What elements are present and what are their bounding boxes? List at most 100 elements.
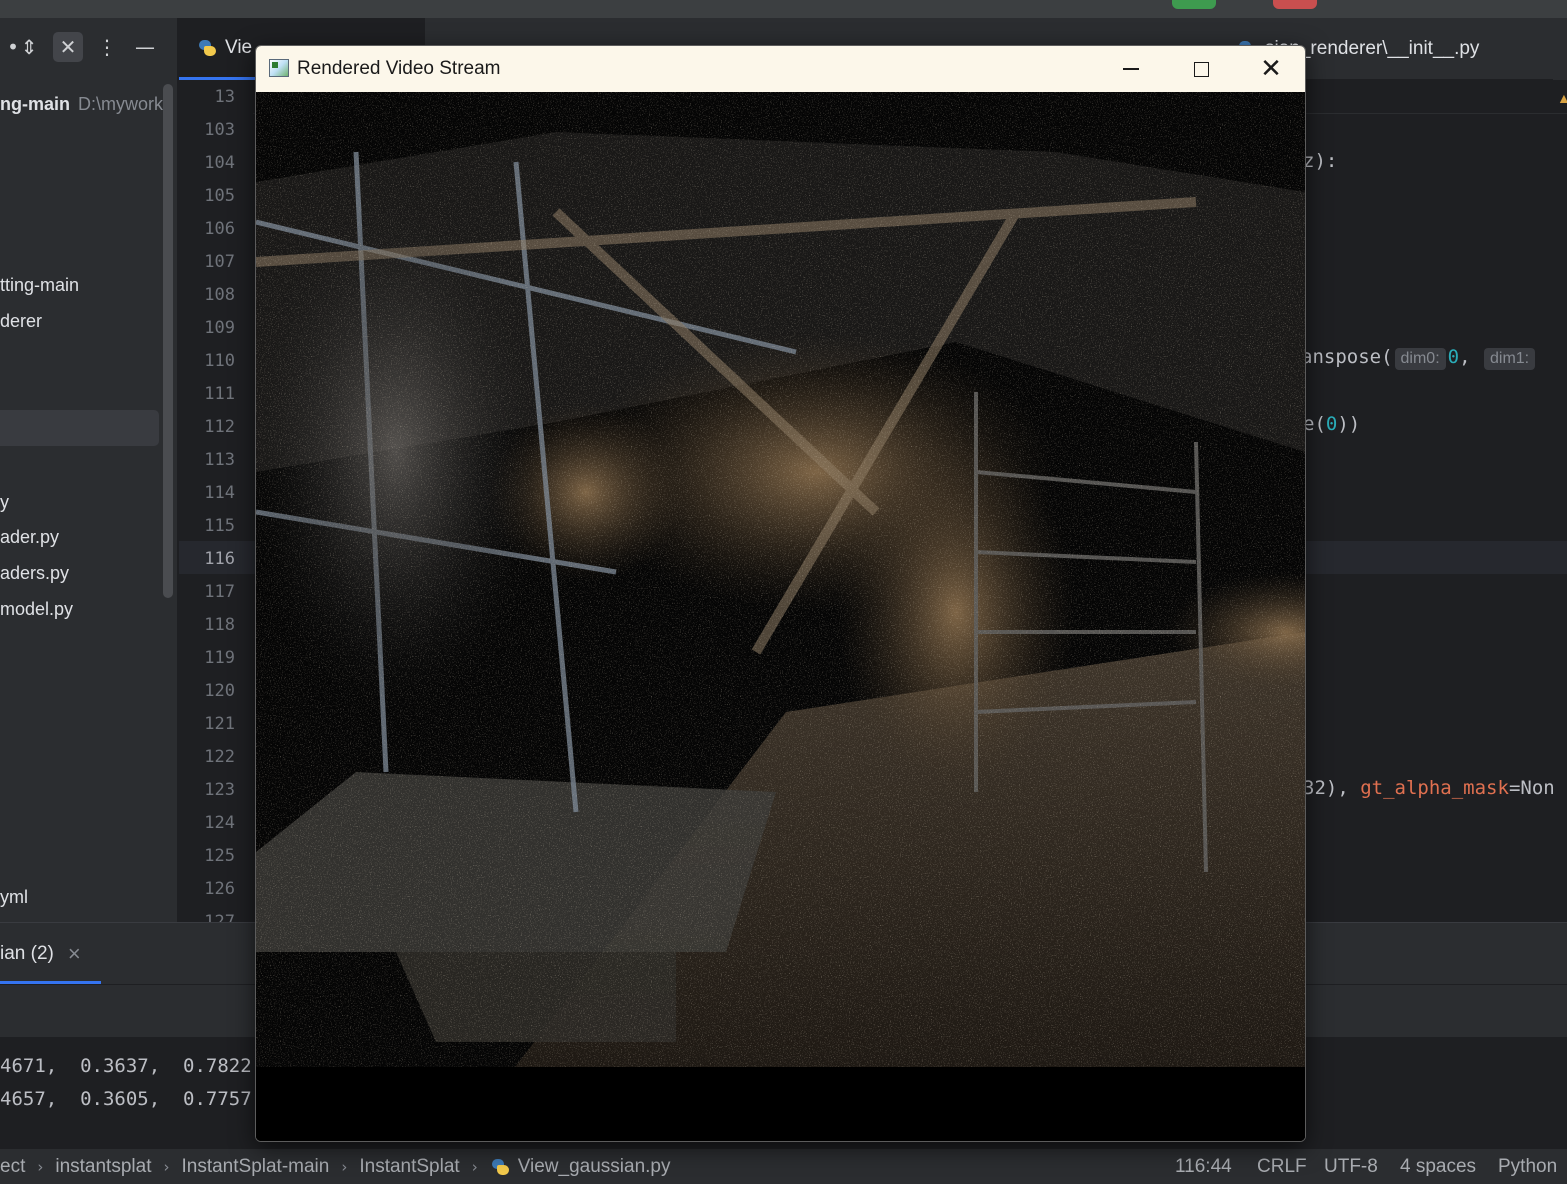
top-strip bbox=[0, 0, 1567, 18]
line-number: 126 bbox=[204, 879, 235, 899]
code-text: =Non bbox=[1508, 777, 1555, 799]
line-number: 111 bbox=[204, 384, 235, 404]
line-number: 122 bbox=[204, 747, 235, 767]
line-number: 127 bbox=[204, 912, 235, 922]
tab-label: Vie bbox=[225, 36, 253, 58]
code-number: 0 bbox=[1325, 413, 1338, 435]
code-text: 32), bbox=[1303, 777, 1349, 799]
breadcrumb-item[interactable]: InstantSplat bbox=[359, 1156, 459, 1178]
tree-item[interactable]: ader.py bbox=[0, 527, 59, 548]
code-text: anspose( bbox=[1301, 346, 1393, 368]
maximize-icon bbox=[1193, 61, 1209, 77]
interpreter-language[interactable]: Python bbox=[1498, 1156, 1557, 1178]
line-number: 115 bbox=[204, 516, 235, 536]
line-number: 13 bbox=[214, 87, 235, 107]
code-text: e( bbox=[1303, 413, 1326, 435]
minimize-button[interactable] bbox=[1096, 46, 1166, 92]
run-tab-underline bbox=[0, 981, 101, 984]
gaussian-render-image bbox=[256, 92, 1305, 1141]
run-tab[interactable]: ian (2) × bbox=[0, 923, 81, 985]
sidebar-scrollbar[interactable] bbox=[163, 84, 173, 598]
close-button[interactable]: ✕ bbox=[1236, 46, 1305, 92]
chevron-right-icon: › bbox=[163, 1158, 170, 1176]
line-ending[interactable]: CRLF bbox=[1257, 1156, 1307, 1178]
code-text: z): bbox=[1303, 150, 1338, 172]
breadcrumb-item[interactable]: InstantSplat-main bbox=[181, 1156, 329, 1178]
project-root[interactable]: ng-main D:\mywork bbox=[0, 94, 163, 115]
project-root-name: ng-main bbox=[0, 94, 70, 114]
tab-scroll[interactable] bbox=[1553, 18, 1567, 80]
chevron-right-icon: › bbox=[37, 1158, 44, 1176]
stop-indicator[interactable] bbox=[1273, 0, 1317, 9]
line-number: 110 bbox=[204, 351, 235, 371]
sidebar-toolbar: • ⇕ ✕ ⋮ — bbox=[0, 18, 177, 80]
code-parameter: gt_alpha_mask bbox=[1360, 777, 1509, 799]
breadcrumb-item[interactable]: ect bbox=[0, 1156, 25, 1178]
tree-item[interactable]: derer bbox=[0, 311, 42, 332]
breadcrumb-item[interactable]: instantsplat bbox=[55, 1156, 151, 1178]
expand-all-icon[interactable]: ⇕ bbox=[14, 32, 44, 62]
line-number: 121 bbox=[204, 714, 235, 734]
code-line-123: 32), gt_alpha_mask=Non bbox=[1303, 777, 1555, 799]
line-number: 124 bbox=[204, 813, 235, 833]
line-number: 118 bbox=[204, 615, 235, 635]
maximize-button[interactable] bbox=[1166, 46, 1236, 92]
video-frame bbox=[256, 92, 1305, 1141]
tree-item[interactable]: model.py bbox=[0, 599, 73, 620]
parameter-hint: dim1: bbox=[1484, 348, 1536, 370]
line-number: 112 bbox=[204, 417, 235, 437]
collapse-all-icon[interactable]: ✕ bbox=[53, 32, 83, 62]
tree-item-selected[interactable] bbox=[0, 410, 159, 446]
console-line: 4657, 0.3605, 0.7757 bbox=[0, 1088, 252, 1110]
app-icon bbox=[269, 59, 289, 77]
code-text: , bbox=[1459, 346, 1471, 368]
breadcrumb-item[interactable]: View_gaussian.py bbox=[518, 1156, 671, 1178]
line-number: 104 bbox=[204, 153, 235, 173]
chevron-right-icon: › bbox=[341, 1158, 348, 1176]
line-number: 120 bbox=[204, 681, 235, 701]
parameter-hint: dim0: bbox=[1394, 348, 1446, 370]
file-encoding[interactable]: UTF-8 bbox=[1324, 1156, 1378, 1178]
tree-item[interactable]: aders.py bbox=[0, 563, 69, 584]
line-number: 117 bbox=[204, 582, 235, 602]
cursor-position[interactable]: 116:44 bbox=[1175, 1156, 1232, 1178]
tree-item[interactable]: tting-main bbox=[0, 275, 79, 296]
more-options-icon[interactable]: ⋮ bbox=[92, 32, 122, 62]
python-file-icon bbox=[197, 38, 217, 58]
tree-item[interactable]: y bbox=[0, 492, 9, 513]
project-sidebar: • ⇕ ✕ ⋮ — ng-main D:\mywork tting-main de… bbox=[0, 18, 178, 922]
code-line-112: e(0)) bbox=[1303, 413, 1360, 435]
console-line: 4671, 0.3637, 0.7822 bbox=[0, 1055, 252, 1077]
rendered-video-window[interactable]: Rendered Video Stream ✕ bbox=[255, 45, 1306, 1142]
code-line-104: z): bbox=[1303, 150, 1337, 172]
warning-icon[interactable]: ▲ bbox=[1557, 90, 1567, 106]
breadcrumb: ect › instantsplat › InstantSplat-main ›… bbox=[0, 1156, 671, 1178]
run-tab-label: ian (2) bbox=[0, 943, 54, 964]
code-text: )) bbox=[1337, 413, 1361, 435]
window-title-bar[interactable]: Rendered Video Stream ✕ bbox=[256, 46, 1305, 92]
line-number: 109 bbox=[204, 318, 235, 338]
indent-setting[interactable]: 4 spaces bbox=[1400, 1156, 1476, 1178]
status-bar: ect › instantsplat › InstantSplat-main ›… bbox=[0, 1148, 1567, 1184]
close-icon: ✕ bbox=[1260, 54, 1282, 84]
code-line-110: anspose(dim0: 0, dim1: bbox=[1301, 346, 1537, 370]
project-root-path: D:\mywork bbox=[78, 94, 163, 114]
line-gutter: 13 103 104 105 106 107 108 109 110 111 1… bbox=[179, 80, 253, 922]
run-indicator[interactable] bbox=[1172, 0, 1216, 9]
line-number: 105 bbox=[204, 186, 235, 206]
line-number: 119 bbox=[204, 648, 235, 668]
line-number: 103 bbox=[204, 120, 235, 140]
window-title: Rendered Video Stream bbox=[297, 58, 501, 79]
line-number: 106 bbox=[204, 219, 235, 239]
line-number-current: 116 bbox=[204, 549, 235, 569]
code-number: 0 bbox=[1447, 346, 1460, 368]
tree-item[interactable]: yml bbox=[0, 887, 28, 908]
line-number: 114 bbox=[204, 483, 235, 503]
close-icon[interactable]: × bbox=[68, 941, 81, 967]
line-number: 123 bbox=[204, 780, 235, 800]
hide-panel-icon[interactable]: — bbox=[130, 32, 160, 62]
minimize-icon bbox=[1123, 68, 1139, 70]
line-number: 125 bbox=[204, 846, 235, 866]
line-number: 113 bbox=[204, 450, 235, 470]
chevron-right-icon: › bbox=[471, 1158, 478, 1176]
